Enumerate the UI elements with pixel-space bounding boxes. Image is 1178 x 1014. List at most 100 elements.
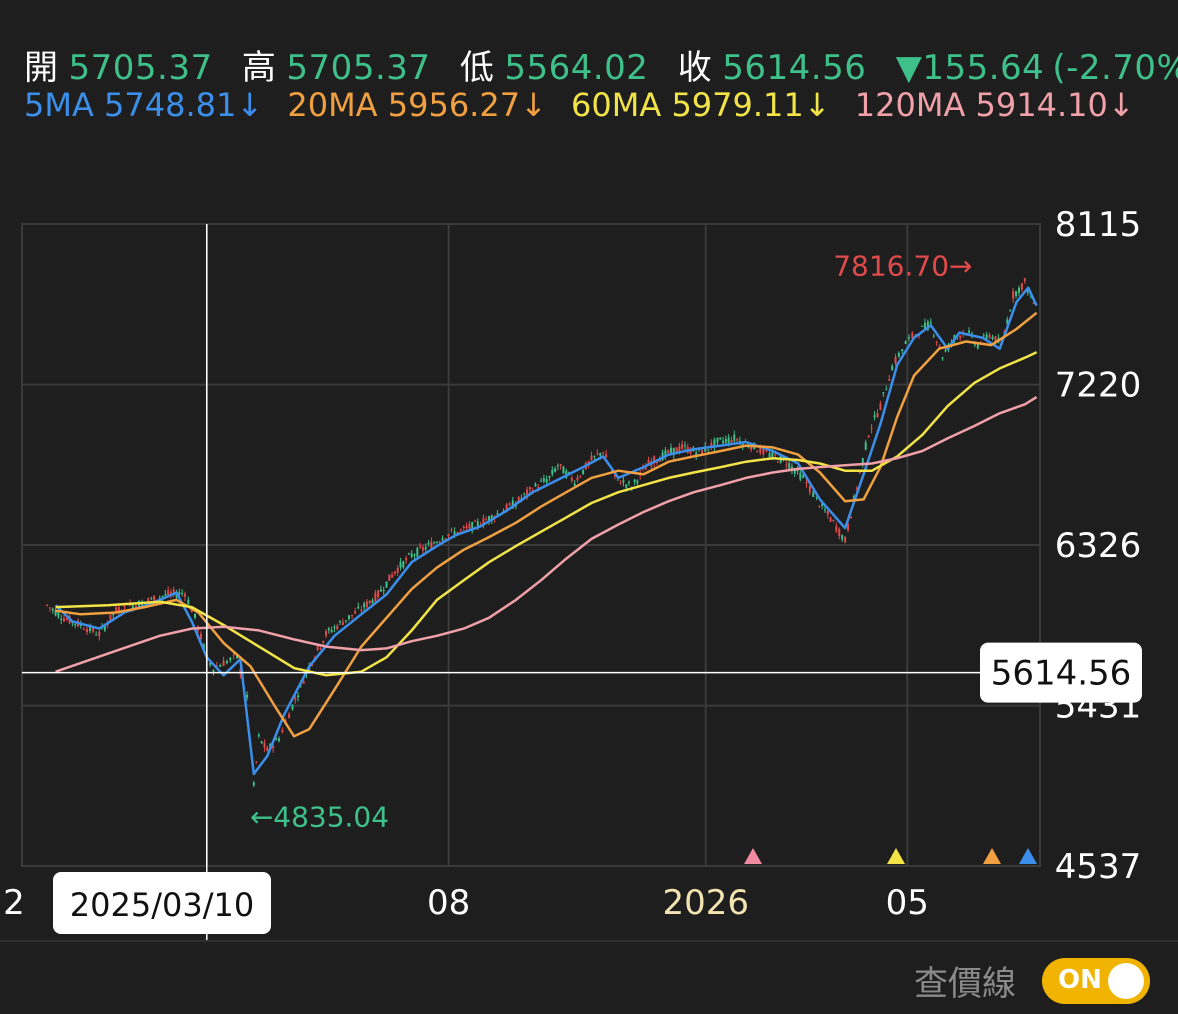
price-line-toggle[interactable]: ON — [1042, 957, 1150, 1004]
candle-body — [523, 493, 526, 495]
candle-body — [968, 330, 971, 333]
candle-body — [832, 519, 835, 521]
price-chart[interactable]: 811572206326543145372 08 2026 057816.70→←48… — [0, 0, 1178, 940]
candle-body — [959, 335, 962, 339]
candle-body — [341, 621, 344, 625]
candle-body — [873, 415, 876, 418]
candle-body — [799, 472, 802, 480]
candle-body — [496, 513, 499, 515]
candle-body — [982, 335, 985, 337]
x-tick-label: 08 — [427, 883, 470, 923]
candle-body — [327, 628, 330, 631]
candle-body — [625, 484, 628, 488]
candle-body — [150, 597, 153, 599]
candle-body — [257, 735, 260, 737]
candle-body — [534, 483, 537, 487]
candle-body — [920, 325, 923, 327]
candle-body — [548, 476, 551, 478]
candle-body — [876, 413, 879, 418]
candle-body — [582, 469, 585, 474]
signal-triangle-icon — [887, 848, 905, 864]
candle-body — [229, 657, 232, 661]
candle-body — [559, 464, 562, 466]
candle-body — [733, 434, 736, 442]
candle-body — [941, 357, 944, 359]
candle-body — [336, 625, 339, 630]
candle-body — [161, 596, 164, 598]
candle-body — [112, 613, 115, 616]
candle-body — [278, 738, 281, 742]
candle-body — [776, 461, 779, 463]
candle-body — [570, 477, 573, 481]
candle-body — [590, 455, 593, 461]
candle-body — [599, 453, 602, 456]
candle-body — [835, 526, 838, 532]
candle-body — [929, 322, 932, 324]
candle-body — [904, 341, 907, 344]
candle-body — [382, 590, 385, 592]
candle-body — [433, 542, 436, 544]
candle-body — [48, 607, 51, 609]
candle-body — [322, 640, 325, 643]
y-tick-label: 7220 — [1055, 366, 1142, 406]
candle-body — [465, 526, 468, 529]
candle-body — [365, 601, 368, 608]
candle-body — [416, 548, 419, 557]
candle-body — [115, 607, 118, 612]
candle-body — [351, 614, 354, 616]
candle-body — [545, 479, 548, 483]
candle-body — [194, 613, 197, 618]
candle-body — [882, 392, 885, 394]
candle-body — [841, 535, 844, 540]
candle-body — [736, 439, 739, 441]
candle-body — [288, 713, 291, 719]
candle-body — [316, 646, 319, 650]
toggle-state-text: ON — [1058, 964, 1102, 995]
candle-body — [444, 538, 447, 540]
candle-body — [360, 609, 363, 611]
candle-body — [1023, 278, 1026, 282]
candle-body — [402, 561, 405, 568]
candle-body — [222, 660, 225, 667]
signal-triangle-icon — [1019, 848, 1037, 864]
candle-body — [459, 529, 462, 531]
candle-body — [291, 704, 294, 710]
candle-body — [774, 454, 777, 456]
candle-body — [823, 509, 826, 511]
candle-body — [667, 450, 670, 454]
candle-body — [556, 465, 559, 467]
candle-body — [562, 466, 565, 474]
candle-body — [339, 621, 342, 623]
candle-body — [377, 590, 380, 597]
signal-triangle-icon — [744, 848, 762, 864]
candle-body — [1015, 291, 1018, 297]
candle-body — [74, 623, 77, 625]
candle-body — [424, 547, 427, 550]
candle-body — [319, 647, 322, 649]
x-tick-label: 2 — [3, 883, 25, 923]
candle-body — [576, 477, 579, 481]
candle-body — [596, 453, 599, 455]
candle-body — [551, 469, 554, 475]
ma5-line — [54, 286, 1038, 776]
crosshair-price-label: 5614.56 — [991, 654, 1132, 694]
candle-body — [178, 591, 181, 595]
candle-body — [447, 534, 450, 536]
candle-body — [407, 553, 410, 555]
y-tick-label: 6326 — [1055, 526, 1142, 566]
candle-body — [716, 437, 719, 443]
toggle-knob — [1108, 962, 1144, 999]
candle-body — [51, 608, 54, 611]
candle-body — [785, 464, 788, 466]
candle-body — [768, 453, 771, 458]
candle-body — [897, 352, 900, 357]
candle-body — [266, 747, 269, 752]
candle-body — [255, 761, 258, 763]
candle-body — [554, 468, 557, 472]
candle-body — [888, 378, 891, 381]
y-tick-label: 4537 — [1055, 847, 1142, 887]
price-line-toggle-label: 查價線 — [914, 964, 1016, 1004]
candle-body — [232, 654, 235, 656]
candle-body — [167, 590, 170, 595]
candle-body — [419, 546, 422, 548]
